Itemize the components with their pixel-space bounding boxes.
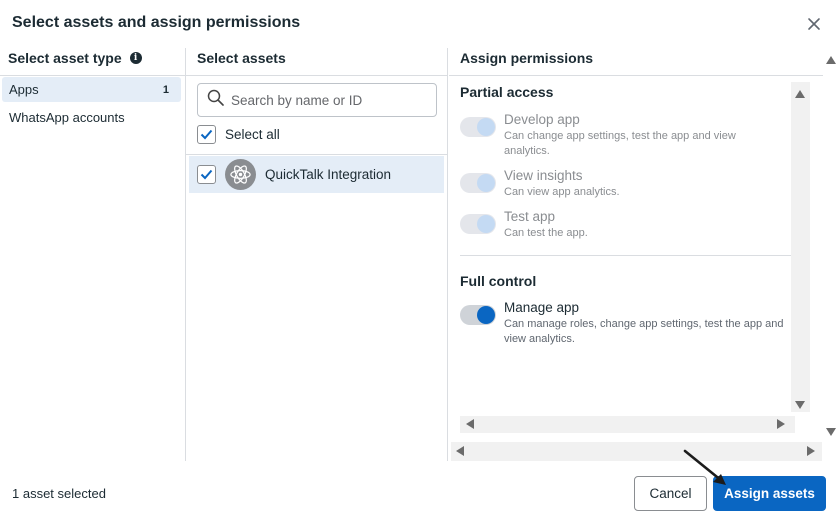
scroll-up-arrow-icon[interactable] xyxy=(826,56,836,64)
annotation-arrow-icon xyxy=(683,449,726,485)
selection-status: 1 asset selected xyxy=(12,486,106,501)
assets-header: Select assets xyxy=(197,50,286,66)
permission-description: Can manage roles, change app settings, t… xyxy=(504,318,784,345)
asset-name: QuickTalk Integration xyxy=(265,167,392,182)
permission-view-insights: View insights Can view app analytics. xyxy=(460,168,784,200)
permission-develop-app: Develop app Can change app settings, tes… xyxy=(460,112,784,159)
divider xyxy=(0,75,185,76)
atom-icon xyxy=(225,159,256,190)
search-icon xyxy=(207,89,224,111)
develop-app-toggle[interactable] xyxy=(460,117,496,137)
outer-vertical-scrollbar[interactable] xyxy=(822,48,837,448)
checkbox-checked-icon[interactable] xyxy=(197,165,216,184)
info-icon[interactable]: i xyxy=(129,52,142,64)
manage-app-toggle[interactable] xyxy=(460,305,496,325)
divider xyxy=(186,75,447,76)
divider xyxy=(449,75,823,76)
scroll-right-arrow-icon[interactable] xyxy=(807,446,815,456)
outer-horizontal-scrollbar[interactable] xyxy=(451,442,822,461)
permissions-header: Assign permissions xyxy=(460,50,594,66)
divider xyxy=(460,255,791,256)
section-title-partial-access: Partial access xyxy=(460,84,554,100)
scroll-up-arrow-icon[interactable] xyxy=(795,90,805,98)
test-app-toggle[interactable] xyxy=(460,214,496,234)
permission-description: Can view app analytics. xyxy=(504,186,620,198)
asset-type-whatsapp-accounts[interactable]: WhatsApp accounts xyxy=(2,105,181,130)
scroll-down-arrow-icon[interactable] xyxy=(795,401,805,409)
select-all-label: Select all xyxy=(225,127,280,142)
asset-type-panel: Select asset type i Apps 1 WhatsApp acco… xyxy=(0,48,186,461)
permission-name: Test app xyxy=(504,209,556,224)
permissions-panel: Assign permissions Partial access Develo… xyxy=(449,48,837,461)
scroll-left-arrow-icon[interactable] xyxy=(466,419,474,429)
dialog-title: Select assets and assign permissions xyxy=(12,14,301,31)
permission-test-app: Test app Can test the app. xyxy=(460,209,784,241)
section-title-full-control: Full control xyxy=(460,273,537,289)
inner-vertical-scrollbar[interactable] xyxy=(791,82,810,412)
asset-type-label: WhatsApp accounts xyxy=(9,110,125,125)
toggle-knob xyxy=(477,215,495,233)
scroll-left-arrow-icon[interactable] xyxy=(456,446,464,456)
permission-name: View insights xyxy=(504,168,583,183)
permission-description: Can change app settings, test the app an… xyxy=(504,130,736,157)
scroll-down-arrow-icon[interactable] xyxy=(826,428,836,436)
close-icon[interactable] xyxy=(804,14,824,34)
search-input[interactable] xyxy=(231,92,421,108)
permission-name: Develop app xyxy=(504,112,580,127)
permission-description: Can test the app. xyxy=(504,227,588,239)
asset-type-apps[interactable]: Apps 1 xyxy=(2,77,181,102)
inner-horizontal-scrollbar[interactable] xyxy=(460,416,795,433)
toggle-knob xyxy=(477,174,495,192)
toggle-knob xyxy=(477,306,495,324)
asset-type-label: Apps xyxy=(9,82,39,97)
asset-type-header: Select asset type i xyxy=(8,50,142,66)
assets-panel: Select assets Select all xyxy=(186,48,448,461)
asset-row-quicktalk-integration[interactable]: QuickTalk Integration xyxy=(189,156,444,193)
asset-type-header-label: Select asset type xyxy=(8,50,122,66)
view-insights-toggle[interactable] xyxy=(460,173,496,193)
search-field[interactable] xyxy=(197,83,437,117)
permission-name: Manage app xyxy=(504,300,580,315)
divider xyxy=(186,154,447,155)
scroll-right-arrow-icon[interactable] xyxy=(777,419,785,429)
permission-manage-app: Manage app Can manage roles, change app … xyxy=(460,300,784,347)
checkbox-checked-icon[interactable] xyxy=(197,125,216,144)
asset-type-count-badge: 1 xyxy=(162,83,169,96)
toggle-knob xyxy=(477,118,495,136)
select-all-checkbox[interactable]: Select all xyxy=(197,125,280,144)
